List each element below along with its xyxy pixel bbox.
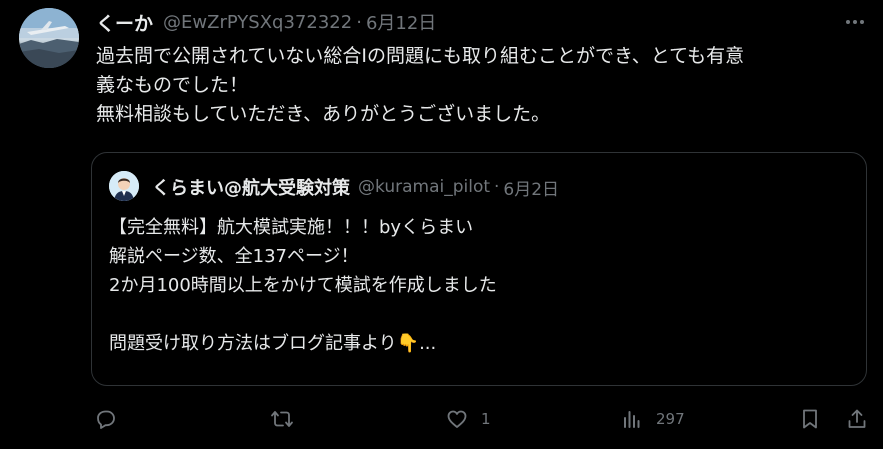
ellipsis-icon [846, 20, 864, 24]
like-count: 1 [481, 410, 491, 428]
quoted-text-line [109, 300, 849, 329]
quoted-avatar-image [109, 171, 139, 201]
quoted-tweet[interactable]: くらまい@航大受験対策 @kuramai_pilot · 6月2日 【完全無料】… [91, 152, 867, 386]
quoted-date[interactable]: 6月2日 [503, 175, 559, 200]
views-count: 297 [656, 410, 685, 428]
tweet-text-line: 過去問で公開されていない総合Iの問題にも取り組むことができ、とても有意 [96, 45, 745, 67]
quoted-text: 【完全無料】航大模試実施！！！byくらまい 解説ページ数、全137ページ！ 2か… [109, 213, 849, 358]
retweet-button[interactable] [270, 403, 306, 435]
share-button[interactable] [845, 403, 869, 435]
views-button[interactable]: 297 [620, 403, 685, 435]
user-handle[interactable]: @EwZrPYSXq372322 [163, 12, 352, 33]
retweet-icon [271, 411, 293, 427]
tweet-header: くーか @EwZrPYSXq372322 · 6月12日 [96, 9, 436, 35]
reply-button[interactable] [94, 403, 130, 435]
quoted-avatar[interactable] [109, 171, 139, 201]
quoted-text-line: 【完全無料】航大模試実施！！！byくらまい [109, 217, 474, 238]
more-options-button[interactable] [843, 12, 867, 32]
truncation-ellipsis: ... [419, 333, 437, 354]
tweet[interactable]: くーか @EwZrPYSXq372322 · 6月12日 過去問で公開されていな… [0, 0, 883, 449]
action-bar: 1 297 [0, 403, 883, 435]
pointing-down-emoji: 👇 [396, 333, 420, 354]
avatar-image [19, 8, 79, 68]
quoted-header: くらまい@航大受験対策 @kuramai_pilot · 6月2日 [152, 174, 559, 200]
tweet-date[interactable]: 6月12日 [366, 9, 436, 35]
separator-dot: · [356, 11, 362, 33]
like-button[interactable]: 1 [445, 403, 491, 435]
heart-icon [447, 410, 467, 428]
avatar[interactable] [19, 8, 79, 68]
quoted-text-line: 問題受け取り方法はブログ記事より [109, 333, 397, 354]
quoted-text-line: 解説ページ数、全137ページ！ [109, 246, 359, 267]
tweet-text: 過去問で公開されていない総合Iの問題にも取り組むことができ、とても有意 義なもの… [96, 42, 871, 129]
quoted-display-name[interactable]: くらまい@航大受験対策 [152, 174, 350, 200]
quoted-text-line: 2か月100時間以上をかけて模試を作成しました [109, 275, 497, 296]
display-name[interactable]: くーか [96, 9, 153, 36]
bookmark-button[interactable] [798, 403, 822, 435]
quoted-user-handle[interactable]: @kuramai_pilot [358, 177, 490, 197]
quoted-text-line-last: 問題受け取り方法はブログ記事より👇... [109, 329, 849, 358]
tweet-text-line: 無料相談もしていただき、ありがとうございました。 [96, 103, 551, 125]
analytics-icon [624, 411, 640, 428]
separator-dot: · [494, 177, 500, 197]
bookmark-icon [803, 409, 817, 429]
reply-icon [97, 410, 115, 429]
tweet-text-line: 義なものでした！ [96, 74, 249, 96]
share-icon [848, 409, 866, 428]
